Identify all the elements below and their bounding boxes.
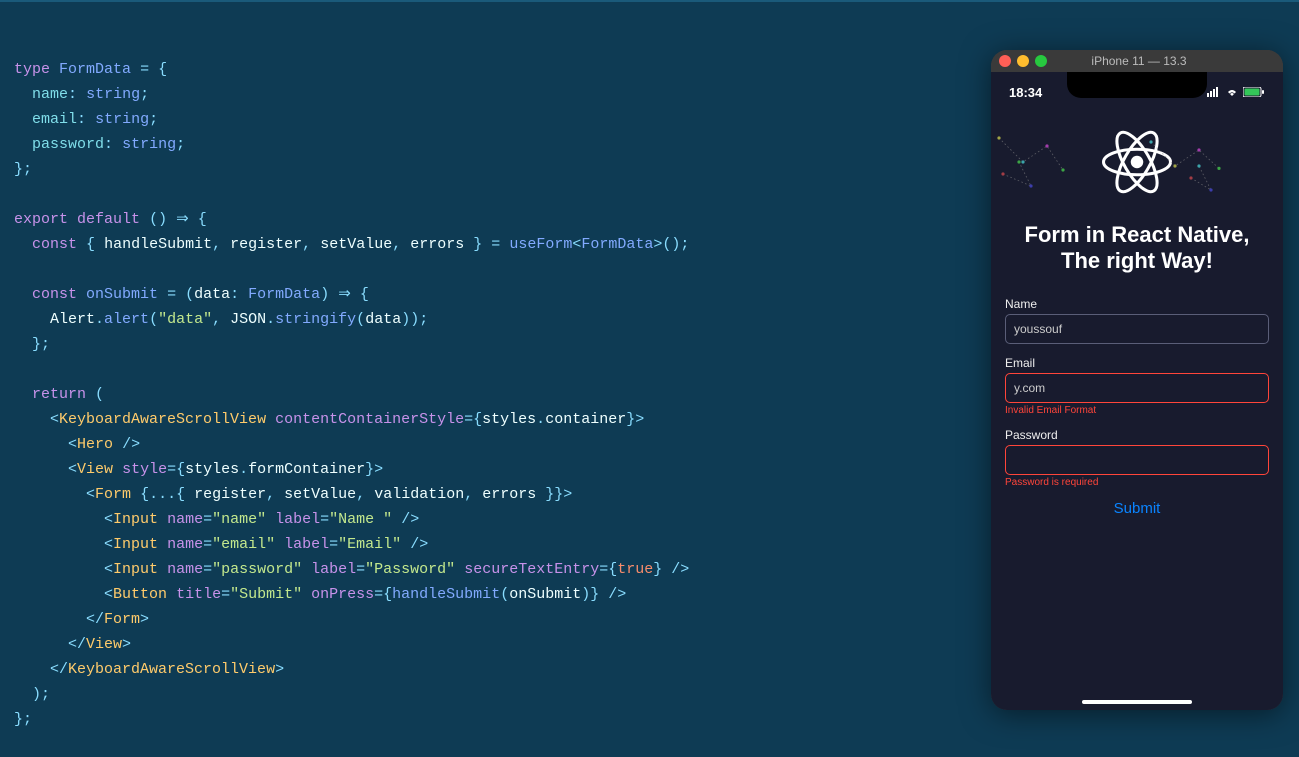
ios-simulator-window: iPhone 11 — 13.3 18:34 — [991, 50, 1283, 710]
email-error: Invalid Email Format — [1005, 405, 1269, 416]
react-logo-icon — [1102, 127, 1172, 197]
minimize-icon[interactable] — [1017, 55, 1029, 67]
code-editor[interactable]: type FormData = { name: string; email: s… — [14, 32, 879, 757]
email-field: Email Invalid Email Format — [1005, 356, 1269, 416]
name-input[interactable] — [1005, 314, 1269, 344]
name-label: Name — [1005, 297, 1269, 311]
password-label: Password — [1005, 428, 1269, 442]
close-icon[interactable] — [999, 55, 1011, 67]
email-label: Email — [1005, 356, 1269, 370]
phone-screen: 18:34 — [991, 72, 1283, 710]
password-field: Password Password is required — [1005, 428, 1269, 488]
hero-title: Form in React Native, The right Way! — [991, 222, 1283, 275]
email-input[interactable] — [1005, 373, 1269, 403]
maximize-icon[interactable] — [1035, 55, 1047, 67]
signal-icon — [1207, 87, 1221, 97]
submit-button[interactable]: Submit — [1114, 500, 1161, 517]
battery-icon — [1243, 87, 1265, 97]
form-container: Name Email Invalid Email Format Password… — [991, 297, 1283, 517]
name-field: Name — [1005, 297, 1269, 344]
password-input[interactable] — [1005, 445, 1269, 475]
hero: Form in React Native, The right Way! — [991, 112, 1283, 297]
notch — [1067, 72, 1207, 98]
password-error: Password is required — [1005, 477, 1269, 488]
simulator-titlebar: iPhone 11 — 13.3 — [991, 50, 1283, 72]
home-indicator[interactable] — [1082, 700, 1192, 704]
wifi-icon — [1225, 87, 1239, 97]
status-icons — [1207, 86, 1265, 98]
status-time: 18:34 — [1009, 85, 1042, 100]
simulator-title: iPhone 11 — 13.3 — [1053, 54, 1225, 68]
